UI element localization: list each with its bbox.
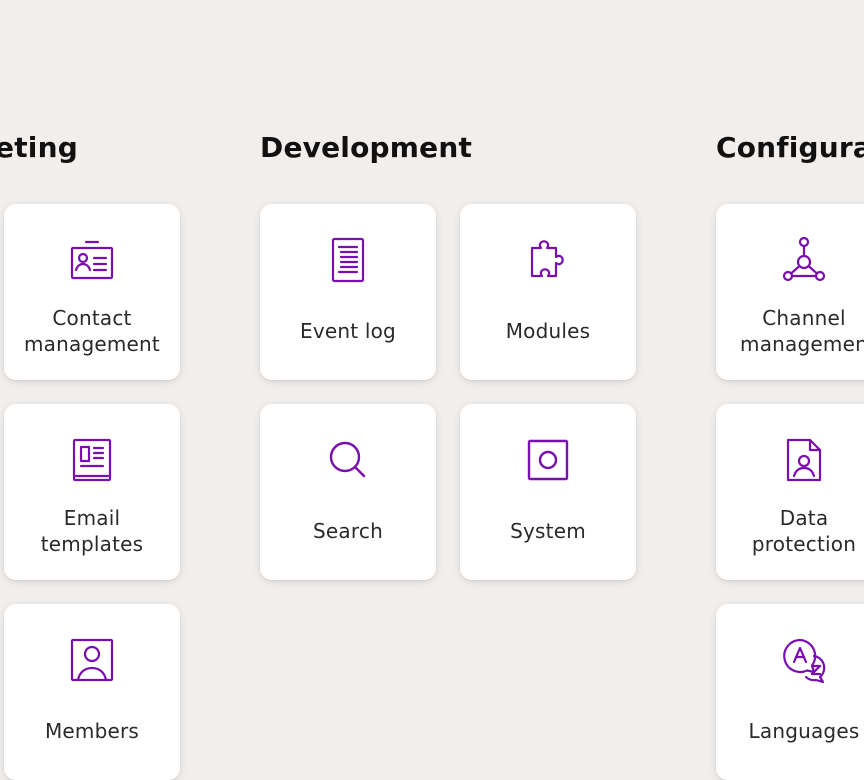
tile-label: Search bbox=[313, 519, 383, 543]
languages-icon bbox=[780, 636, 828, 684]
member-portrait-icon bbox=[68, 636, 116, 684]
tile-label: Data protection bbox=[751, 506, 857, 556]
puzzle-piece-icon bbox=[524, 236, 572, 284]
tile-label: Modules bbox=[505, 319, 591, 343]
tile-members[interactable]: Members bbox=[4, 604, 180, 780]
tile-label: Channel managemen bbox=[740, 306, 864, 356]
tile-languages[interactable]: Languages bbox=[716, 604, 864, 780]
tile-label: Members bbox=[44, 719, 140, 743]
document-log-icon bbox=[324, 236, 372, 284]
email-template-icon bbox=[68, 436, 116, 484]
channel-network-icon bbox=[780, 236, 828, 284]
tile-data-protection[interactable]: Data protection bbox=[716, 404, 864, 580]
tile-search[interactable]: Search bbox=[260, 404, 436, 580]
tile-channel-management[interactable]: Channel managemen bbox=[716, 204, 864, 380]
tile-system[interactable]: System bbox=[460, 404, 636, 580]
tile-label: Event log bbox=[300, 319, 396, 343]
contact-card-icon bbox=[68, 236, 116, 284]
magnifier-icon bbox=[324, 436, 372, 484]
tile-email-templates[interactable]: Email templates bbox=[4, 404, 180, 580]
system-square-icon bbox=[524, 436, 572, 484]
tile-modules[interactable]: Modules bbox=[460, 204, 636, 380]
section-title-development: Development bbox=[260, 131, 473, 164]
section-title-marketing: eting bbox=[0, 131, 78, 164]
section-title-configuration: Configura bbox=[716, 131, 864, 164]
tile-label: Languages bbox=[748, 719, 860, 743]
tile-event-log[interactable]: Event log bbox=[260, 204, 436, 380]
tile-label: Contact management bbox=[24, 306, 160, 356]
tile-contact-management[interactable]: Contact management bbox=[4, 204, 180, 380]
tile-label: System bbox=[510, 519, 586, 543]
tile-label: Email templates bbox=[40, 506, 144, 556]
data-protection-icon bbox=[780, 436, 828, 484]
